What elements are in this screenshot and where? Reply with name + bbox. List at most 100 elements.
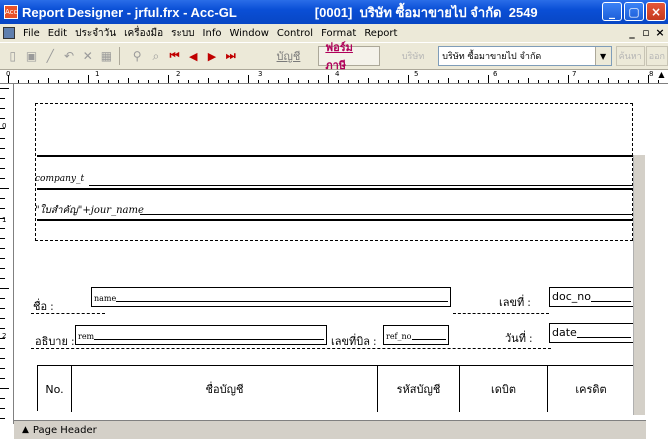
binoculars-icon[interactable]: ⚲	[128, 46, 146, 66]
description-field-text: rem	[78, 332, 95, 341]
edit-icon[interactable]: ╱	[41, 46, 59, 66]
vruler-tick	[0, 268, 5, 269]
ruler-tick	[68, 80, 69, 83]
vruler-tick	[0, 298, 5, 299]
ruler-tick	[588, 80, 589, 83]
menu-system[interactable]: ระบบ	[167, 26, 198, 41]
ruler-mark: 5	[414, 70, 419, 78]
ruler-tick	[208, 78, 209, 83]
ruler-tick	[8, 75, 9, 83]
vruler-tick	[0, 388, 9, 389]
ruler-tick	[318, 80, 319, 83]
ruler-tick	[268, 80, 269, 83]
menu-edit[interactable]: Edit	[44, 28, 71, 39]
vruler-tick	[0, 188, 9, 189]
window-title: Report Designer - jrful.frx - Acc-GL	[22, 4, 237, 20]
next-record-icon[interactable]: ▶	[203, 46, 221, 66]
ruler-tick	[648, 75, 649, 83]
ruler-tick	[238, 80, 239, 83]
vruler-tick	[0, 198, 5, 199]
menu-file[interactable]: File	[19, 28, 44, 39]
delete-icon[interactable]: ✕	[79, 46, 97, 66]
ruler-tick	[108, 80, 109, 83]
ruler-tick	[328, 75, 329, 83]
ruler-tick	[148, 80, 149, 83]
app-icon: Acc	[4, 5, 18, 19]
chevron-down-icon[interactable]: ▼	[594, 47, 611, 65]
date-field[interactable]: date	[549, 323, 634, 343]
menu-tools[interactable]: เครื่องมือ	[120, 26, 167, 41]
vruler-tick	[0, 338, 5, 339]
ruler-tick	[538, 80, 539, 83]
save-icon[interactable]: ▣	[23, 46, 41, 66]
find-button[interactable]: ค้นหา	[615, 46, 645, 66]
vruler-tick	[0, 278, 5, 279]
column-account-code: รหัสบัญชี	[378, 366, 460, 412]
account-tab[interactable]: บัญชี	[271, 46, 307, 66]
menu-report[interactable]: Report	[360, 28, 401, 39]
menu-format[interactable]: Format	[317, 28, 360, 39]
last-record-icon[interactable]: ⏭	[222, 46, 240, 66]
previous-record-icon[interactable]: ◀	[184, 46, 202, 66]
company-title-tag: [0001] บริษัท ซื้อมาขายไป จำกัด 2549	[314, 4, 538, 20]
table-header[interactable]: No. ชื่อบัญชี รหัสบัญชี เดบิต เครดิต	[37, 365, 635, 412]
name-field[interactable]: name	[91, 287, 451, 307]
document-icon[interactable]	[3, 27, 15, 39]
vruler-tick	[0, 108, 5, 109]
first-record-icon[interactable]: ⏮	[166, 46, 184, 66]
triangle-up-icon: ▲	[22, 425, 29, 435]
ruler-tick	[188, 80, 189, 83]
ruler-tick	[428, 80, 429, 83]
ruler-tick	[168, 75, 169, 83]
tax-form-tab[interactable]: ฟอร์มภาษี	[318, 41, 380, 72]
menu-daily[interactable]: ประจำวัน	[71, 26, 120, 41]
mdi-controls: _ ▫ ×	[626, 26, 666, 39]
minimize-button[interactable]: _	[602, 2, 622, 21]
vertical-scrollbar[interactable]	[633, 155, 645, 415]
ruler-tick	[258, 80, 259, 83]
ruler-tick	[78, 80, 79, 83]
ruler-tick	[558, 80, 559, 83]
ruler-tick	[548, 80, 549, 83]
print-preview-icon[interactable]: ⌕	[147, 46, 165, 66]
menu-info[interactable]: Info	[199, 28, 226, 39]
journal-field-line	[140, 214, 633, 215]
new-icon[interactable]: ▯	[4, 46, 22, 66]
vruler-tick	[0, 348, 5, 349]
ruler-tick	[638, 80, 639, 83]
company-select[interactable]: บริษัท ซื้อมาขายไป จำกัด ▼	[438, 46, 612, 66]
ruler-tick	[598, 80, 599, 83]
exit-button[interactable]: ออก	[645, 46, 668, 66]
ruler-tick	[338, 80, 339, 83]
name-field-text: name	[94, 294, 117, 303]
vruler-tick	[0, 288, 9, 289]
mdi-minimize-button[interactable]: _	[626, 26, 638, 39]
doc-no-field[interactable]: doc_no	[549, 287, 634, 307]
ruler-tick	[368, 78, 369, 83]
mdi-restore-button[interactable]: ▫	[640, 26, 652, 39]
menu-window[interactable]: Window	[225, 28, 272, 39]
scroll-up-icon[interactable]: ▲	[655, 70, 668, 84]
grid-icon[interactable]: ▦	[98, 46, 116, 66]
vruler-tick	[0, 178, 5, 179]
doc-no-dotted-line	[453, 313, 549, 314]
maximize-button[interactable]: ▢	[624, 2, 644, 21]
page-header-band[interactable]: ▲ Page Header	[14, 420, 646, 439]
report-canvas[interactable]: company_t "ใบสำคัญ"+jour_name ชื่อ : nam…	[15, 85, 645, 415]
ref-no-field[interactable]: ref_no	[383, 325, 449, 345]
ruler-tick	[498, 80, 499, 83]
close-button[interactable]: ×	[646, 2, 666, 21]
vruler-tick	[0, 368, 5, 369]
description-field[interactable]: rem	[75, 325, 327, 345]
mdi-close-button[interactable]: ×	[654, 26, 666, 39]
ruler-tick	[298, 80, 299, 83]
undo-icon[interactable]: ↶	[60, 46, 78, 66]
company-field[interactable]: company_t	[35, 174, 84, 184]
ruler-tick	[508, 80, 509, 83]
journal-field[interactable]: "ใบสำคัญ"+jour_name	[35, 203, 144, 218]
ruler-tick	[578, 80, 579, 83]
ruler-tick	[48, 78, 49, 83]
menu-control[interactable]: Control	[273, 28, 317, 39]
ruler-mark: 8	[649, 70, 654, 78]
ruler-mark: 3	[258, 70, 263, 78]
